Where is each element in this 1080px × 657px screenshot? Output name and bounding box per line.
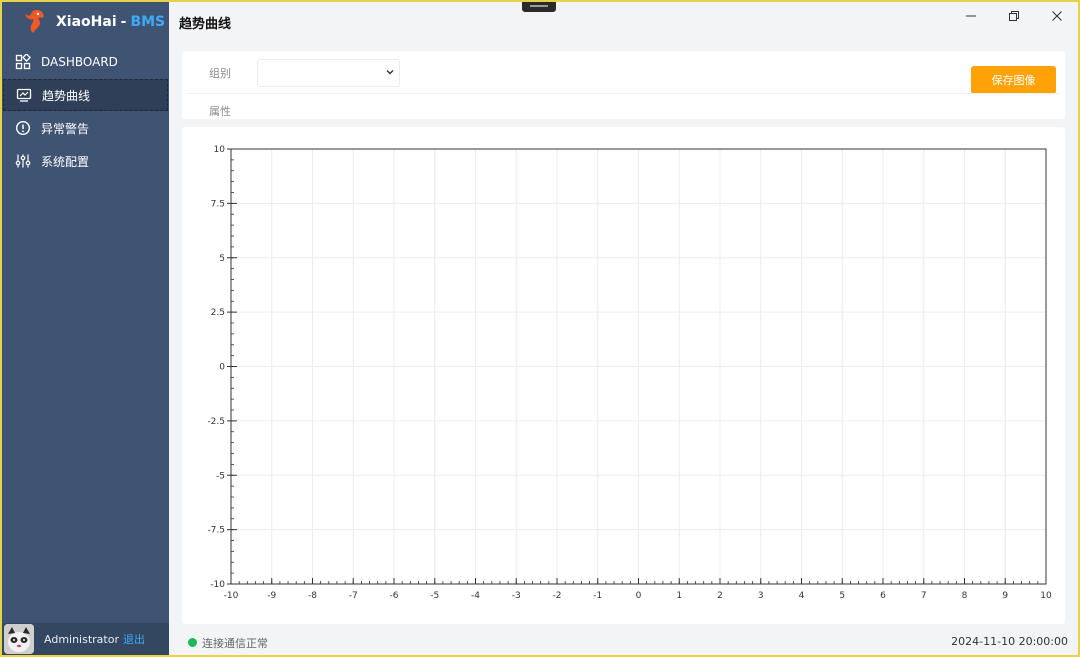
- logout-link[interactable]: 退出: [123, 631, 145, 647]
- x-tick-label: 7: [921, 591, 927, 601]
- x-tick-label: -2: [553, 591, 562, 601]
- filter-divider: [186, 93, 1061, 94]
- x-tick-label: 0: [636, 591, 642, 601]
- x-tick-label: -4: [471, 591, 480, 601]
- seahorse-logo-icon: [25, 10, 44, 33]
- attribute-label: 属性: [209, 105, 231, 118]
- x-tick-label: -8: [308, 591, 317, 601]
- restore-button[interactable]: [992, 2, 1035, 30]
- chevron-down-icon: [386, 70, 394, 75]
- y-tick-label: -5: [216, 471, 225, 481]
- drag-handle[interactable]: [522, 0, 556, 12]
- sidebar-item-settings[interactable]: 系统配置: [3, 145, 168, 177]
- brand-name: XiaoHai: [56, 14, 117, 30]
- x-tick-label: -3: [512, 591, 521, 601]
- sidebar-item-trend[interactable]: 趋势曲线: [3, 79, 168, 111]
- x-tick-label: 6: [880, 591, 886, 601]
- y-tick-label: 7.5: [211, 199, 225, 209]
- sidebar-item-label: 异常警告: [41, 121, 90, 136]
- sliders-icon: [15, 154, 31, 168]
- y-tick-label: 2.5: [211, 308, 225, 318]
- x-tick-label: 1: [676, 591, 682, 601]
- status-timestamp: 2024-11-10 20:00:00: [951, 635, 1068, 648]
- x-tick-label: -9: [267, 591, 276, 601]
- save-image-button[interactable]: 保存图像: [971, 66, 1056, 94]
- dashboard-icon: [15, 54, 31, 70]
- main-content: 趋势曲线 组别 保存图像 属性 -10 -9 -8 -7 -6 -5 -4 -3…: [169, 2, 1078, 655]
- connection-status-text: 连接通信正常: [202, 637, 268, 650]
- x-tick-label: 2: [717, 591, 723, 601]
- trend-chart[interactable]: -10 -9 -8 -7 -6 -5 -4 -3 -2 -1 0 1 2 3 4 5 6 7 8 9 10 10 7.5 5 2…: [182, 127, 1065, 624]
- chart-plot: -10 -9 -8 -7 -6 -5 -4 -3 -2 -1 0 1 2 3 4 5 6 7 8 9 10107.552…: [207, 145, 1052, 601]
- x-tick-label: -6: [390, 591, 399, 601]
- y-tick-label: 10: [214, 145, 226, 155]
- user-panel: Administrator 退出: [2, 623, 169, 655]
- user-name: Administrator: [44, 632, 119, 646]
- x-tick-label: -5: [430, 591, 439, 601]
- brand: XiaoHai - BMS: [2, 2, 169, 42]
- sidebar-nav: DASHBOARD 趋势曲线 异常警告 系统配置: [2, 46, 169, 177]
- restore-icon: [1008, 11, 1019, 21]
- window-controls: [949, 2, 1078, 32]
- y-tick-label: -2.5: [207, 417, 225, 427]
- sidebar-item-alerts[interactable]: 异常警告: [3, 112, 168, 144]
- x-tick-label: 4: [799, 591, 805, 601]
- status-bar: 连接通信正常 2024-11-10 20:00:00: [169, 630, 1078, 654]
- sidebar: XiaoHai - BMS DASHBOARD 趋势曲线 异常警告 系统配置 A…: [2, 2, 169, 655]
- y-tick-label: -7.5: [207, 526, 225, 536]
- close-icon: [1051, 11, 1062, 21]
- sidebar-item-dashboard[interactable]: DASHBOARD: [3, 46, 168, 78]
- x-tick-label: 8: [962, 591, 968, 601]
- x-tick-label: -7: [349, 591, 358, 601]
- brand-product: BMS: [130, 14, 166, 30]
- y-tick-label: 5: [219, 254, 225, 264]
- sidebar-item-label: 系统配置: [41, 154, 90, 169]
- x-tick-label: 5: [839, 591, 845, 601]
- x-tick-label: -10: [224, 591, 239, 601]
- minimize-icon: [965, 15, 976, 17]
- group-select[interactable]: [257, 59, 400, 87]
- close-button[interactable]: [1035, 2, 1078, 30]
- user-avatar[interactable]: [4, 624, 34, 654]
- sidebar-item-label: DASHBOARD: [41, 55, 118, 69]
- minimize-button[interactable]: [949, 2, 992, 30]
- group-row: 组别 保存图像: [182, 59, 1065, 94]
- brand-separator: -: [120, 14, 127, 30]
- x-tick-label: -1: [593, 591, 602, 601]
- y-tick-label: -10: [210, 580, 225, 590]
- trend-monitor-icon: [16, 88, 32, 102]
- alert-circle-icon: [15, 120, 31, 136]
- x-tick-label: 3: [758, 591, 764, 601]
- x-tick-label: 9: [1002, 591, 1008, 601]
- page-title: 趋势曲线: [179, 16, 232, 32]
- title-bar: 趋势曲线: [169, 2, 1078, 42]
- group-label: 组别: [209, 67, 231, 80]
- avatar-image: [4, 624, 34, 654]
- x-tick-label: 10: [1040, 591, 1052, 601]
- sidebar-item-label: 趋势曲线: [42, 88, 91, 103]
- connection-status-dot: [188, 638, 197, 647]
- y-tick-label: 0: [219, 363, 225, 373]
- filter-panel: 组别 保存图像 属性: [182, 51, 1065, 119]
